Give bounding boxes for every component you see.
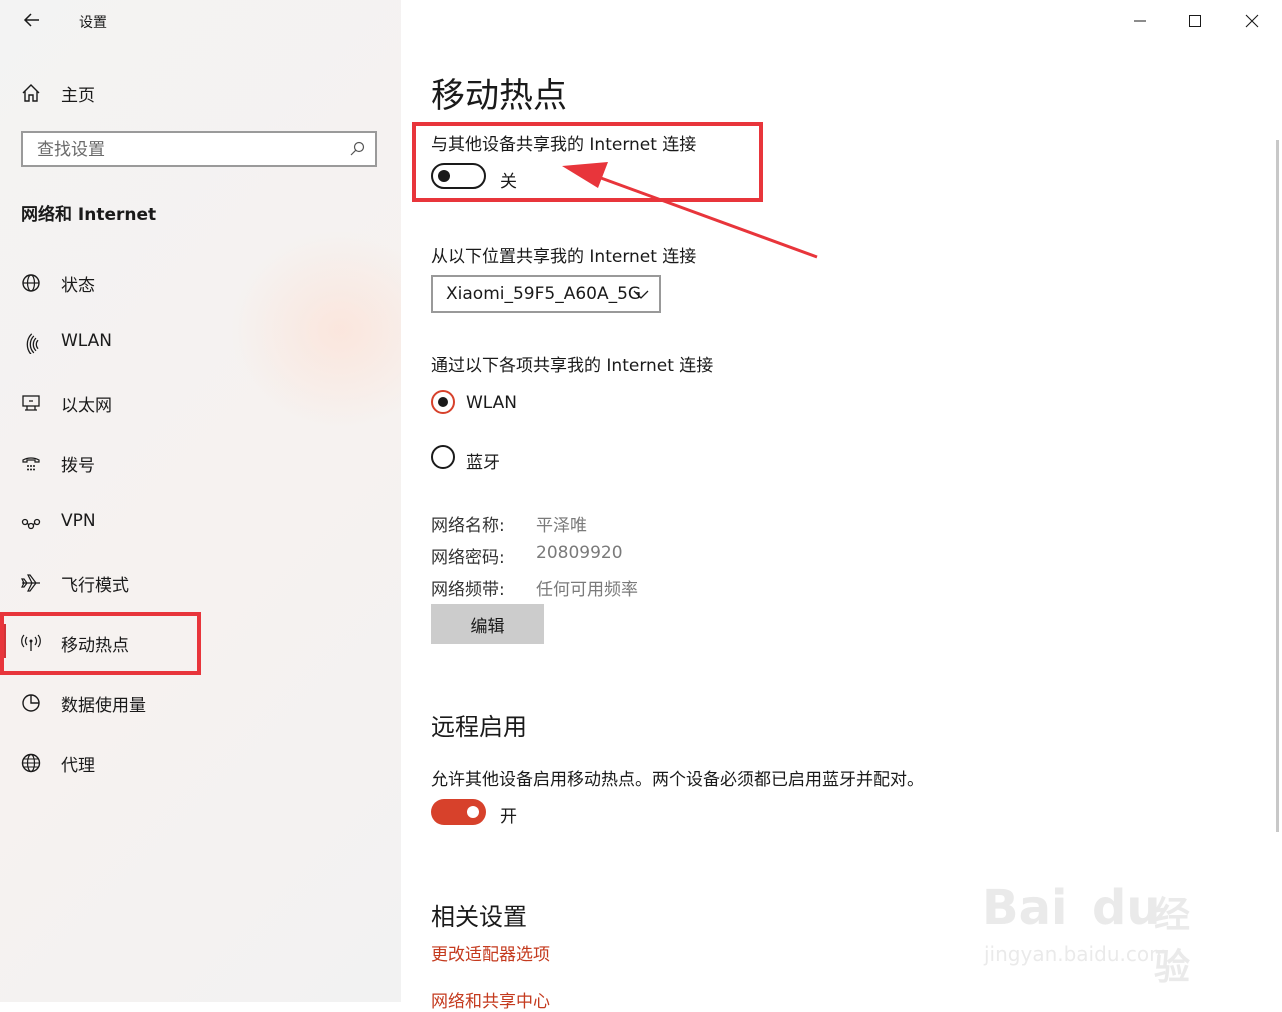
network-band-key: 网络频带: bbox=[431, 580, 505, 600]
radio-wlan-label[interactable]: WLAN bbox=[466, 393, 517, 413]
sidebar-item-label: 飞行模式 bbox=[61, 576, 129, 596]
related-title: 相关设置 bbox=[431, 903, 527, 931]
status-globe-icon bbox=[22, 274, 40, 292]
proxy-globe-icon bbox=[21, 753, 41, 773]
sidebar-item-airplane[interactable]: 飞行模式 bbox=[0, 562, 400, 602]
watermark-brand2: du bbox=[1092, 880, 1161, 936]
toggle-knob bbox=[467, 806, 479, 818]
vpn-icon bbox=[21, 518, 41, 530]
edit-button[interactable]: 编辑 bbox=[431, 604, 544, 644]
remote-toggle[interactable] bbox=[431, 799, 486, 825]
sidebar-item-home[interactable]: 主页 bbox=[0, 72, 400, 112]
sidebar-item-wlan[interactable]: WLAN bbox=[0, 322, 400, 362]
sidebar-item-status[interactable]: 状态 bbox=[0, 262, 400, 302]
search-input[interactable] bbox=[35, 138, 339, 162]
dropdown-value: Xiaomi_59F5_A60A_5G bbox=[446, 284, 642, 304]
sidebar-item-data-usage[interactable]: 数据使用量 bbox=[0, 682, 400, 722]
network-name-key: 网络名称: bbox=[431, 516, 505, 536]
sidebar: 设置 主页 网络和 Internet 状态 WLAN 以 bbox=[0, 0, 401, 1002]
sidebar-item-label: 代理 bbox=[61, 756, 95, 776]
sidebar-item-label: 以太网 bbox=[61, 396, 112, 416]
window-title: 设置 bbox=[79, 15, 107, 31]
data-usage-icon bbox=[22, 694, 40, 712]
sidebar-item-proxy[interactable]: 代理 bbox=[0, 742, 400, 782]
section-title: 网络和 Internet bbox=[21, 205, 157, 225]
sidebar-item-label: 状态 bbox=[61, 276, 95, 296]
watermark-suffix: 经验 bbox=[1154, 895, 1191, 988]
network-password-value: 20809920 bbox=[536, 543, 623, 563]
airplane-icon bbox=[21, 574, 40, 592]
wifi-icon bbox=[26, 333, 39, 354]
sidebar-item-label: 拨号 bbox=[61, 456, 95, 476]
chevron-down-icon bbox=[633, 290, 649, 299]
search-box[interactable] bbox=[21, 131, 377, 167]
sidebar-item-vpn[interactable]: VPN bbox=[0, 502, 400, 542]
main-content: 移动热点 与其他设备共享我的 Internet 连接 关 从以下位置共享我的 I… bbox=[401, 0, 1282, 1012]
radio-wlan[interactable] bbox=[431, 390, 455, 414]
scrollbar[interactable] bbox=[1276, 140, 1279, 832]
watermark-url: jingyan.baidu.com bbox=[984, 942, 1169, 966]
remote-toggle-state: 开 bbox=[500, 807, 517, 827]
search-icon[interactable] bbox=[349, 141, 365, 157]
annotation-box-sidebar bbox=[0, 612, 201, 675]
network-name-value: 平泽唯 bbox=[536, 516, 587, 536]
sidebar-item-ethernet[interactable]: 以太网 bbox=[0, 382, 400, 422]
page-title: 移动热点 bbox=[431, 76, 567, 116]
radio-dot bbox=[438, 397, 448, 407]
watermark-brand: Bai bbox=[982, 880, 1068, 936]
sidebar-item-label: VPN bbox=[61, 511, 96, 531]
link-sharing-center[interactable]: 网络和共享中心 bbox=[431, 987, 550, 1012]
share-from-dropdown[interactable]: Xiaomi_59F5_A60A_5G bbox=[431, 275, 661, 313]
network-band-value: 任何可用频率 bbox=[536, 580, 638, 600]
share-via-label: 通过以下各项共享我的 Internet 连接 bbox=[431, 356, 714, 376]
baidu-watermark: Bai du 经验 jingyan.baidu.com bbox=[982, 862, 1222, 988]
network-password-key: 网络密码: bbox=[431, 548, 505, 568]
annotation-arrow bbox=[562, 162, 818, 259]
link-adapter-options[interactable]: 更改适配器选项 bbox=[431, 940, 550, 965]
home-icon bbox=[22, 84, 40, 102]
dialup-icon bbox=[22, 457, 40, 471]
remote-title: 远程启用 bbox=[431, 713, 527, 741]
sidebar-item-label: WLAN bbox=[61, 331, 113, 351]
radio-bluetooth[interactable] bbox=[431, 445, 455, 469]
radio-bluetooth-label[interactable]: 蓝牙 bbox=[466, 448, 500, 473]
ethernet-icon bbox=[22, 395, 40, 411]
back-arrow-icon[interactable] bbox=[22, 10, 42, 30]
remote-description: 允许其他设备启用移动热点。两个设备必须都已启用蓝牙并配对。 bbox=[431, 770, 924, 790]
sidebar-item-dialup[interactable]: 拨号 bbox=[0, 442, 400, 482]
sidebar-home-label: 主页 bbox=[61, 86, 95, 106]
sidebar-item-label: 数据使用量 bbox=[61, 696, 146, 716]
